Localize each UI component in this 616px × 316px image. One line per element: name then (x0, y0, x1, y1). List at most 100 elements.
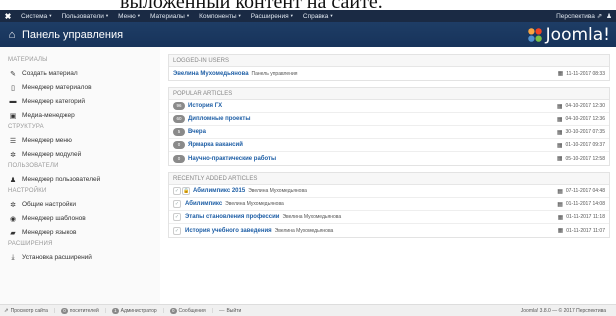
admins-label: Администратор (120, 307, 157, 314)
calendar-icon: ▦ (557, 188, 563, 195)
view-site-link[interactable]: ⇗ Просмотр сайта (4, 308, 48, 314)
menu-extensions[interactable]: Расширения ▾ (246, 13, 298, 20)
sidebar-item-articles[interactable]: ▯ Менеджер материалов (8, 82, 160, 93)
chevron-down-icon: ▾ (49, 13, 52, 18)
menu-content-label: Материалы (150, 12, 185, 20)
messages-count: 0 (170, 307, 177, 314)
sidebar-item-label: Менеджер модулей (22, 151, 82, 158)
menu-system-label: Система (21, 12, 48, 20)
lock-icon[interactable]: 🔒 (182, 187, 190, 195)
table-row: 60 Дипломные проекты ▦ 04-10-2017 12:36 (169, 113, 609, 126)
article-link[interactable]: История ГХ (188, 103, 222, 109)
table-row: ✓ 🔒 Абилимпикс 2015 Эвелина Мухомедьянов… (169, 185, 609, 198)
sidebar-item-categories[interactable]: ▬ Менеджер категорий (8, 96, 160, 107)
calendar-icon: ▦ (556, 103, 563, 110)
table-row: 5 Вчера ▦ 30-10-2017 07:35 (169, 126, 609, 139)
sidebar-item-users[interactable]: ♟ Менеджер пользователей (8, 174, 160, 185)
row-date: ▦ 01-11-2017 11:18 (558, 214, 605, 221)
minus-icon: — (218, 307, 225, 314)
sidebar-item-media[interactable]: ▣ Медиа-менеджер (8, 110, 160, 121)
table-row: Эвелина Мухомедьянова Панель управления … (169, 67, 609, 80)
sidebar-section-title: ПОЛЬЗОВАТЕЛИ (8, 163, 59, 169)
menu-help[interactable]: Справка ▾ (298, 13, 338, 20)
messages-label: Сообщения (178, 307, 206, 314)
version-text: Joomla! 3.8.0 — © 2017 Перспектива (520, 307, 606, 314)
sidebar-section-title: НАСТРОЙКИ (8, 188, 47, 194)
cube-icon: ✲ (10, 151, 16, 159)
file-icon: ▯ (11, 84, 15, 92)
site-link[interactable]: Перспектива ⇗ (556, 12, 606, 20)
row-date: ▦ 04-10-2017 12:36 (557, 116, 605, 123)
date-text: 30-10-2017 07:35 (565, 129, 605, 135)
article-link[interactable]: Этапы становления профессии (185, 214, 279, 220)
date-text: 04-10-2017 12:36 (565, 116, 605, 122)
menu-users[interactable]: Пользователи ▾ (56, 13, 113, 20)
article-link[interactable]: Дипломные проекты (188, 116, 250, 122)
sidebar-item-menus[interactable]: ☰ Менеджер меню (8, 135, 160, 146)
sidebar-item-modules[interactable]: ✲ Менеджер модулей (8, 149, 160, 160)
hits-badge: 0 (173, 141, 185, 149)
calendar-icon: ▦ (557, 201, 563, 208)
article-link[interactable]: Вчера (188, 129, 206, 135)
sidebar-item-label: Установка расширений (22, 254, 92, 261)
gear-icon: ✲ (10, 201, 16, 209)
sidebar-item-global-config[interactable]: ✲ Общие настройки (8, 199, 160, 210)
view-site-label: Просмотр сайта (10, 307, 48, 314)
logout-link[interactable]: — Выйти (219, 308, 241, 314)
page-title: Панель управления (22, 28, 124, 41)
article-author: Эвелина Мухомедьянова (282, 214, 342, 220)
checkmark-icon[interactable]: ✓ (173, 226, 181, 235)
logged-in-users-panel: LOGGED-IN USERS Эвелина Мухомедьянова Па… (168, 54, 610, 81)
article-link[interactable]: Ярмарка вакансий (188, 142, 243, 148)
hits-badge: 0 (173, 154, 185, 163)
row-date: ▦ 01-10-2017 09:37 (557, 142, 605, 149)
sidebar-item-templates[interactable]: ◉ Менеджер шаблонов (8, 213, 160, 224)
calendar-icon: ▦ (556, 129, 563, 136)
calendar-icon: ▦ (556, 116, 563, 123)
sidebar-item-label: Создать материал (22, 70, 78, 77)
chevron-down-icon: ▾ (238, 13, 241, 18)
menu-content[interactable]: Материалы ▾ (145, 13, 194, 20)
recently-added-panel: RECENTLY ADDED ARTICLES ✓ 🔒 Абилимпикс 2… (168, 172, 610, 238)
date-text: 01-10-2017 09:37 (565, 142, 605, 148)
joomla-logo: Joomla! (526, 25, 610, 45)
menu-menus[interactable]: Меню ▾ (113, 13, 145, 20)
upload-icon: ⤓ (11, 253, 15, 261)
page-header: ⌂ Панель управления Joomla! (0, 22, 616, 47)
joomla-menu-icon[interactable]: ✖ (0, 12, 16, 21)
table-row: ✓ Абилимпикс Эвелина Мухомедьянова ▦ 01-1… (169, 198, 609, 211)
article-author: Эвелина Мухомедьянова (274, 227, 334, 234)
date-text: 07-11-2017 04:48 (565, 188, 605, 194)
article-link[interactable]: Научно-практические работы (188, 156, 276, 162)
image-icon: ▣ (9, 112, 17, 120)
checkmark-icon[interactable]: ✓ (173, 187, 181, 195)
chevron-down-icon: ▾ (105, 13, 109, 18)
menu-components[interactable]: Компоненты ▾ (194, 13, 246, 20)
table-row: 96 История ГХ ▦ 04-10-2017 12:30 (169, 100, 609, 113)
date-text: 04-10-2017 12:30 (565, 103, 605, 109)
users-icon: ♟ (9, 176, 17, 184)
row-date: ▦ 07-11-2017 04:48 (557, 188, 605, 195)
home-icon: ⌂ (8, 28, 16, 41)
sidebar-item-languages[interactable]: ▰ Менеджер языков (8, 227, 160, 238)
row-date: ▦ 04-10-2017 12:30 (557, 103, 605, 110)
checkmark-icon[interactable]: ✓ (173, 200, 181, 208)
sidebar-item-install-extensions[interactable]: ⤓ Установка расширений (8, 252, 160, 263)
messages-link[interactable]: 0 Сообщения (170, 307, 206, 314)
article-link[interactable]: Абилимпикс (185, 201, 222, 207)
menu-system[interactable]: Система ▾ (16, 13, 56, 20)
table-row: ✓ История учебного заведения Эвелина Мух… (169, 224, 609, 237)
sidebar-item-create-article[interactable]: ✎ Создать материал (8, 68, 160, 79)
sidebar-item-label: Менеджер меню (22, 137, 72, 144)
article-link[interactable]: История учебного заведения (185, 228, 272, 234)
calendar-icon: ▦ (556, 142, 563, 149)
user-name-link[interactable]: Эвелина Мухомедьянова (173, 71, 249, 77)
status-bar: ⇗ Просмотр сайта | 0 посетителей | 1 Админи… (0, 304, 616, 316)
panel-title: POPULAR ARTICLES (169, 88, 609, 100)
article-link[interactable]: Абилимпикс 2015 (193, 188, 245, 194)
checkmark-icon[interactable]: ✓ (173, 213, 181, 221)
user-menu-icon[interactable]: ♟ (606, 12, 616, 20)
sidebar-item-label: Менеджер языков (22, 229, 77, 236)
row-date: ▦ 30-10-2017 07:35 (557, 129, 605, 136)
sidebar-item-label: Медиа-менеджер (22, 112, 75, 119)
